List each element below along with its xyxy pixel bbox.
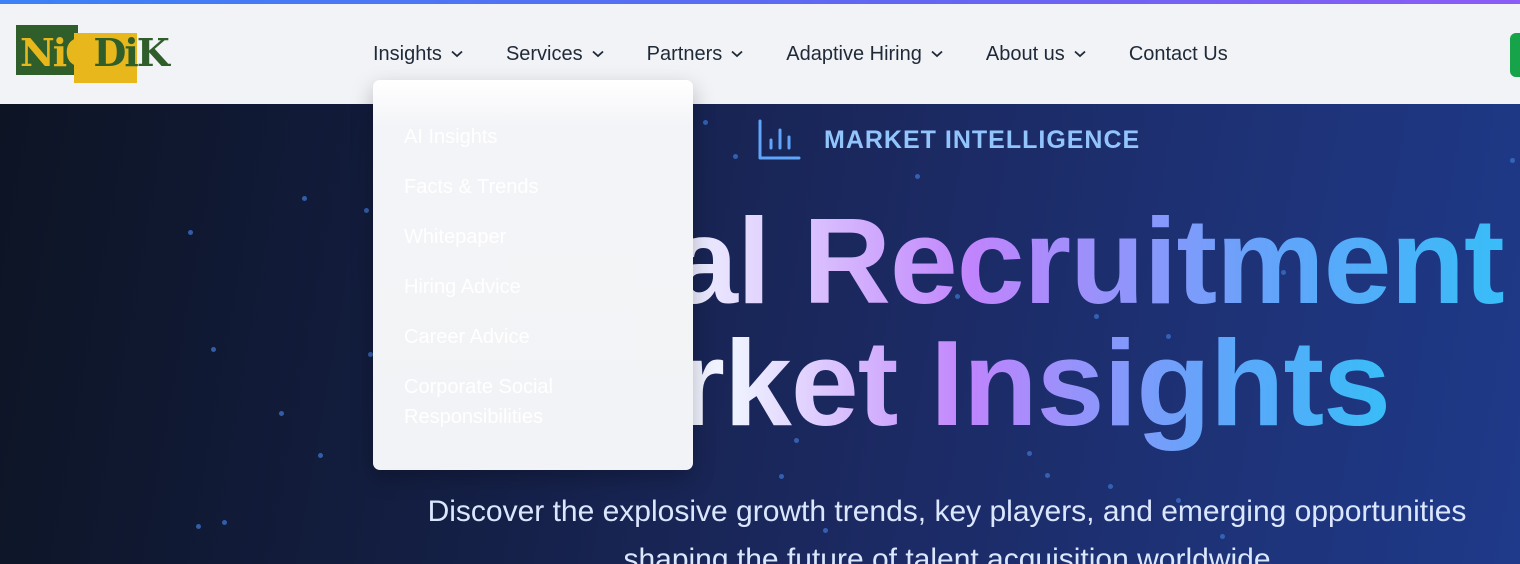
chevron-down-icon (931, 50, 943, 58)
chevron-down-icon (1074, 50, 1086, 58)
dropdown-item-whitepaper[interactable]: Whitepaper (404, 222, 664, 252)
star-dot (733, 154, 738, 159)
star-dot (279, 411, 284, 416)
star-dot (302, 196, 307, 201)
nav-item-label: Contact Us (1128, 42, 1228, 65)
star-dot (1510, 158, 1515, 163)
star-dot (318, 453, 323, 458)
site-logo[interactable]: NiCDiK (16, 25, 170, 83)
chevron-down-icon (731, 50, 743, 58)
nav-item-partners[interactable]: Partners (647, 43, 744, 66)
nav-item-label: Partners (646, 42, 723, 65)
star-dot (364, 208, 369, 213)
star-dot (188, 230, 193, 235)
chevron-down-icon (592, 50, 604, 58)
star-dot (1045, 473, 1050, 478)
nav-item-insights[interactable]: Insights (373, 43, 463, 66)
star-dot (703, 120, 708, 125)
dropdown-item-csr[interactable]: Corporate Social Responsibilities (404, 372, 664, 432)
nav-item-contact-us[interactable]: Contact Us (1129, 43, 1228, 66)
dropdown-item-facts-trends[interactable]: Facts & Trends (404, 172, 664, 202)
star-dot (915, 174, 920, 179)
header-cta-button[interactable] (1510, 33, 1520, 77)
top-accent-stripe (0, 0, 1520, 4)
bar-chart-icon (758, 119, 801, 160)
insights-dropdown-menu: AI Insights Facts & Trends Whitepaper Hi… (373, 80, 693, 470)
logo-wordmark: NiCDiK (20, 30, 170, 75)
dropdown-item-ai-insights[interactable]: AI Insights (404, 122, 664, 152)
nav-item-label: Services (505, 42, 583, 65)
nav-item-label: Insights (373, 42, 442, 65)
star-dot (1027, 451, 1032, 456)
star-dot (196, 524, 201, 529)
star-dot (211, 347, 216, 352)
chevron-down-icon (451, 50, 463, 58)
hero-subtitle: Discover the explosive growth trends, ke… (427, 495, 1467, 564)
dropdown-item-career-advice[interactable]: Career Advice (404, 322, 664, 352)
star-dot (779, 474, 784, 479)
nav-item-about-us[interactable]: About us (986, 43, 1086, 66)
hero-eyebrow: MARKET INTELLIGENCE (757, 118, 1140, 162)
star-dot (222, 520, 227, 525)
dropdown-item-hiring-advice[interactable]: Hiring Advice (404, 272, 664, 302)
nav-item-services[interactable]: Services (506, 43, 604, 66)
nav-item-adaptive-hiring[interactable]: Adaptive Hiring (786, 43, 943, 66)
nav-item-label: Adaptive Hiring (786, 42, 922, 65)
hero-section: MARKET INTELLIGENCE Global Recruitment M… (0, 104, 1520, 564)
hero-eyebrow-label: MARKET INTELLIGENCE (824, 125, 1141, 154)
nav-item-label: About us (985, 42, 1065, 65)
site-header: NiCDiK Insights Services Partners Adapti… (0, 4, 1520, 104)
